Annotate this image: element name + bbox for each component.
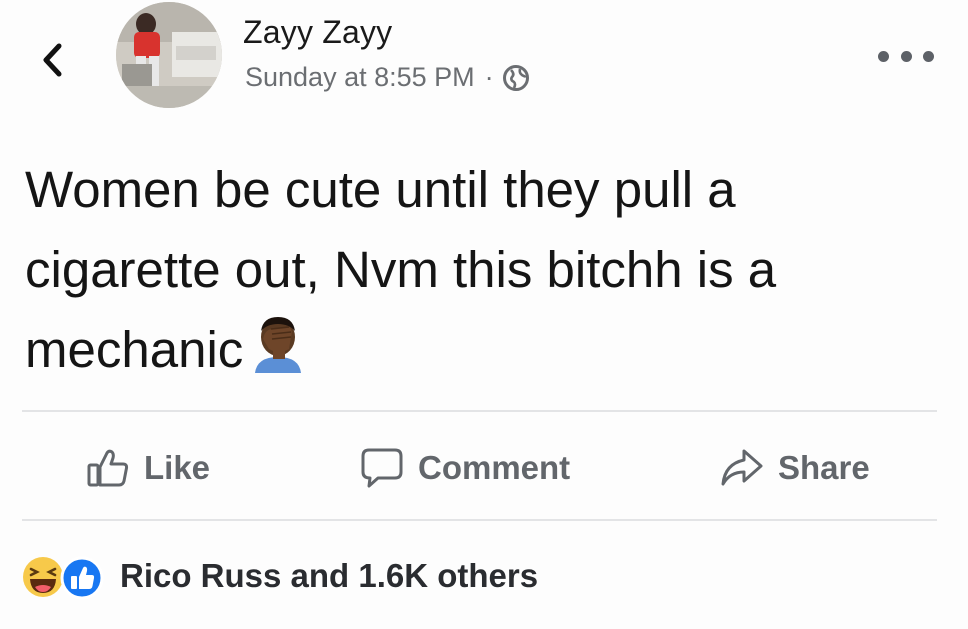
comment-label: Comment xyxy=(418,449,571,486)
back-button[interactable] xyxy=(34,38,70,82)
thumbs-up-outline-icon xyxy=(87,449,129,487)
post-line: Women be cute until they pull a xyxy=(25,161,736,218)
post-meta: Sunday at 8:55 PM · xyxy=(245,62,530,93)
reaction-count-text[interactable]: Rico Russ and 1.6K others xyxy=(120,557,538,595)
post-line: mechanic xyxy=(25,321,244,378)
meta-separator: · xyxy=(484,62,494,92)
share-button[interactable]: Share xyxy=(720,440,870,496)
chevron-left-icon xyxy=(43,43,62,77)
like-reaction-icon xyxy=(60,556,104,600)
like-button[interactable]: Like xyxy=(86,440,210,496)
share-label: Share xyxy=(778,449,870,486)
more-horizontal-icon xyxy=(878,50,889,62)
post-line: cigarette out, Nvm this bitchh is a xyxy=(25,241,777,298)
globe-icon[interactable] xyxy=(502,64,530,92)
more-options-button[interactable] xyxy=(878,46,934,66)
share-arrow-icon xyxy=(721,449,763,486)
facebook-post: Zayy Zayy Sunday at 8:55 PM · Women be c… xyxy=(0,0,968,629)
haha-reaction-icon xyxy=(23,557,63,597)
comment-bubble-icon xyxy=(361,448,403,488)
post-line-last: mechanic xyxy=(25,310,955,390)
profile-photo xyxy=(116,2,222,108)
divider xyxy=(22,410,937,412)
author-name[interactable]: Zayy Zayy xyxy=(243,14,392,51)
reaction-icons xyxy=(22,554,110,600)
man-facepalming-emoji xyxy=(249,315,307,373)
avatar[interactable] xyxy=(116,2,222,108)
divider xyxy=(22,519,937,521)
reactions-summary[interactable]: Rico Russ and 1.6K others xyxy=(22,548,538,604)
post-timestamp[interactable]: Sunday at 8:55 PM xyxy=(245,62,475,93)
comment-button[interactable]: Comment xyxy=(360,440,570,496)
post-body: Women be cute until they pull a cigarett… xyxy=(25,150,955,390)
like-label: Like xyxy=(144,449,211,486)
